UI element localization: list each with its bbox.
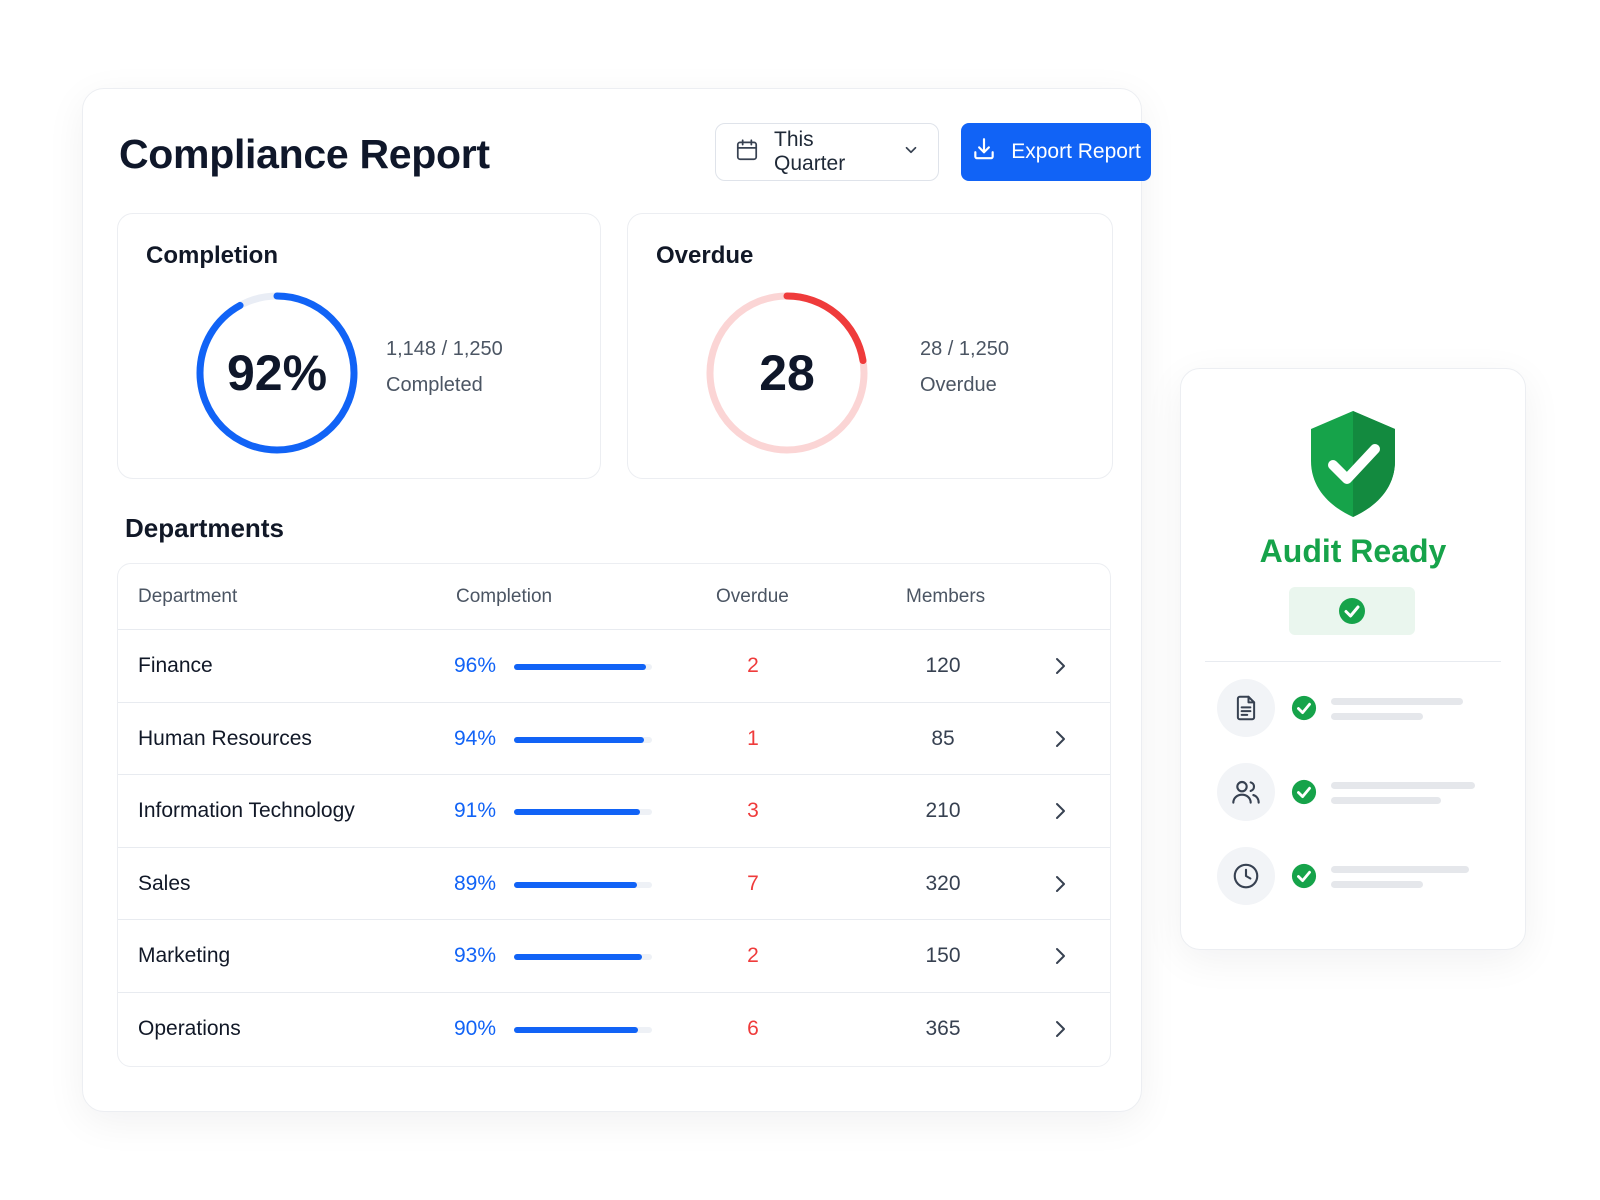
table-row[interactable]: Operations 90% 6 365 [118,993,1110,1066]
placeholder-line [1331,797,1441,804]
overdue-count: 1 [747,726,759,750]
completion-bar-fill [514,809,640,815]
overdue-count: 6 [747,1016,759,1040]
placeholder-line [1331,698,1463,705]
overdue-caption: Overdue [920,374,997,396]
report-header: Compliance Report This Quarter Export Re… [119,123,1151,183]
completion-percent: 96% [454,654,497,677]
audit-ready-card: Audit Ready [1180,368,1526,950]
completion-percent: 91% [454,799,497,822]
completion-stat-card: Completion 92% 1,148 / 1,250 Completed [117,213,601,479]
compliance-report-card: Compliance Report This Quarter Export Re… [82,88,1151,1112]
checklist-item-members [1217,763,1507,823]
period-select-value: This Quarter [774,128,846,175]
overdue-count: 2 [747,944,759,967]
members-count: 365 [925,1016,961,1040]
completion-percent: 93% [454,944,497,967]
audit-ready-title: Audit Ready [1259,533,1447,569]
overdue-count: 3 [747,799,759,822]
users-icon [1217,763,1275,821]
clock-icon [1217,847,1275,905]
completion-bar [514,881,652,888]
shield-check-icon [1311,411,1395,517]
members-count: 150 [925,944,961,967]
overdue-fraction: 28 / 1,250 [920,338,1009,360]
completion-bar [514,954,652,960]
department-name: Operations [138,1016,241,1040]
checklist-item-documents [1217,679,1507,739]
completion-bar-fill [514,664,647,670]
members-count: 210 [925,799,961,822]
table-row[interactable]: Marketing 93% 2 150 [118,920,1110,993]
overdue-count: 2 [747,654,759,677]
completion-bar [514,736,652,743]
check-circle-icon [1339,598,1365,624]
members-count: 85 [931,726,955,750]
completion-bar [514,809,652,815]
table-header: Department Completion Overdue Members [118,564,1110,630]
chevron-right-icon[interactable] [1048,944,1072,968]
completion-bar [514,664,652,670]
department-name: Finance [138,654,213,677]
placeholder-line [1331,713,1423,720]
completion-value: 92% [226,345,328,401]
export-report-button[interactable]: Export Report [961,123,1151,181]
placeholder-line [1331,782,1475,789]
download-icon [971,136,997,168]
overdue-stat-card: Overdue 28 28 / 1,250 Overdue [627,213,1113,479]
placeholder-line [1331,866,1469,873]
column-header-completion: Completion [456,586,553,607]
completion-caption: Completed [386,374,483,396]
overdue-count: 7 [747,871,759,895]
chevron-right-icon[interactable] [1048,799,1072,823]
completion-fraction: 1,148 / 1,250 [386,338,503,360]
departments-table: Department Completion Overdue Members Fi… [117,563,1111,1067]
placeholder-line [1331,881,1423,888]
completion-bar-fill [514,954,643,960]
audit-divider [1205,661,1501,662]
audit-status-badge [1289,587,1415,635]
completion-percent: 90% [454,1016,497,1040]
completion-bar-fill [514,881,637,888]
export-report-label: Export Report [1011,140,1141,163]
table-row[interactable]: Information Technology 91% 3 210 [118,775,1110,848]
completion-percent: 94% [454,726,497,750]
column-header-department: Department [138,586,238,607]
overdue-value: 28 [759,345,815,401]
chevron-right-icon[interactable] [1048,727,1072,751]
period-select[interactable]: This Quarter [715,123,939,181]
document-icon [1217,679,1275,737]
page-title: Compliance Report [119,131,490,177]
table-row[interactable]: Finance 96% 2 120 [118,630,1110,703]
table-row[interactable]: Sales 89% 7 320 [118,848,1110,920]
completion-bar-fill [514,736,644,743]
chevron-right-icon[interactable] [1048,654,1072,678]
completion-percent: 89% [454,871,497,895]
calendar-icon [734,137,760,168]
members-count: 120 [925,654,961,677]
department-name: Human Resources [138,726,312,750]
check-circle-icon [1291,779,1317,805]
department-name: Sales [138,871,191,895]
completion-bar-fill [514,1026,639,1033]
chevron-right-icon[interactable] [1048,872,1072,896]
table-body: Finance 96% 2 120 Human Resources 94% 1 85 Infor… [118,630,1110,1065]
overdue-title: Overdue [656,242,754,269]
members-count: 320 [925,871,961,895]
check-circle-icon [1291,695,1317,721]
check-circle-icon [1291,863,1317,889]
chevron-right-icon[interactable] [1048,1017,1072,1041]
column-header-members: Members [906,586,986,607]
column-header-overdue: Overdue [716,586,789,607]
completion-bar [514,1026,652,1033]
department-name: Marketing [138,944,231,967]
checklist-item-schedule [1217,847,1507,907]
table-row[interactable]: Human Resources 94% 1 85 [118,703,1110,775]
chevron-down-icon [902,141,920,164]
department-name: Information Technology [138,799,355,822]
departments-title: Departments [125,513,284,543]
completion-title: Completion [146,242,278,269]
